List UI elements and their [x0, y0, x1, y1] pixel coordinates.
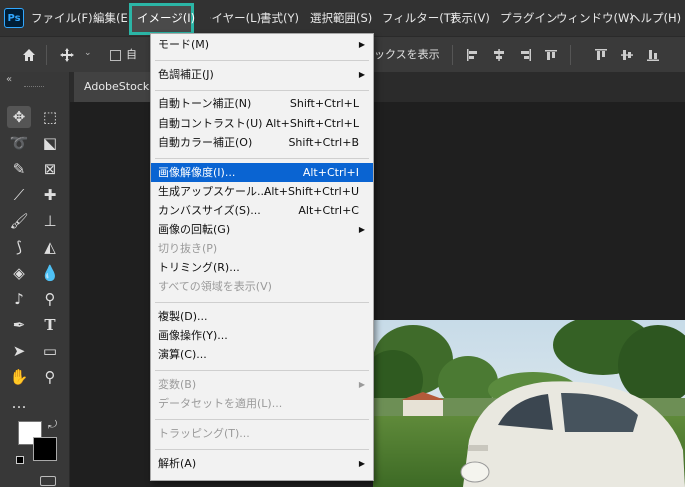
align-top-icon[interactable]	[594, 48, 608, 62]
frame-tool-icon[interactable]: ⊠	[38, 158, 62, 180]
align-center-icon[interactable]	[492, 48, 506, 62]
blur-tool-icon[interactable]: 💧	[38, 262, 62, 284]
crop-tool-icon[interactable]: ✎	[7, 158, 31, 180]
submenu-arrow-icon: ▶	[358, 40, 365, 49]
grip-handle[interactable]	[24, 86, 44, 88]
type-tool-icon[interactable]: T	[38, 314, 62, 336]
auto-select-checkbox[interactable]	[110, 50, 121, 61]
move-tool-icon[interactable]	[60, 48, 74, 62]
move-tool-icon[interactable]: ✥	[7, 106, 31, 128]
menu-layer[interactable]: レイヤー(L)	[210, 0, 261, 36]
zoom-tool-icon[interactable]: ⚲	[38, 366, 62, 388]
menu-view[interactable]: 表示(V)	[450, 0, 490, 36]
menu-item-trap: トラッピング(T)...	[158, 427, 250, 440]
marquee-tool-icon[interactable]: ⬚	[38, 106, 62, 128]
image-menu-dropdown: モード(M) ▶ 色調補正(J) ▶ 自動トーン補正(N) Shift+Ctrl+L …	[150, 33, 374, 481]
menu-filter[interactable]: フィルター(T)	[382, 0, 455, 36]
clone-stamp-tool-icon[interactable]: ⊥	[38, 210, 62, 232]
more-tools-icon[interactable]: …	[7, 392, 31, 414]
separator	[155, 449, 369, 450]
home-icon[interactable]	[22, 48, 36, 62]
separator	[155, 302, 369, 303]
brush-tool-icon[interactable]: 🖌	[7, 210, 31, 232]
menu-plugins[interactable]: プラグイン	[500, 0, 558, 36]
show-transform-label: ックスを表示	[374, 48, 440, 61]
swap-colors-icon[interactable]: ⤾	[48, 418, 57, 432]
chevron-down-icon[interactable]: ⌄	[84, 48, 92, 58]
separator	[155, 370, 369, 371]
dodge-tool-icon[interactable]: ♪	[7, 288, 31, 310]
object-select-tool-icon[interactable]: ⬕	[38, 132, 62, 154]
menu-item-analysis[interactable]: 解析(A) ▶	[151, 454, 373, 473]
menu-item-auto-color[interactable]: 自動カラー補正(O) Shift+Ctrl+B	[151, 133, 373, 152]
submenu-arrow-icon: ▶	[358, 70, 365, 79]
healing-brush-tool-icon[interactable]: ✚	[38, 184, 62, 206]
submenu-arrow-icon: ▶	[358, 380, 365, 389]
menu-item-trim[interactable]: トリミング(R)...	[151, 258, 373, 277]
submenu-arrow-icon: ▶	[358, 459, 365, 468]
path-select-tool-icon[interactable]: ➤	[7, 340, 31, 362]
menu-select[interactable]: 選択範囲(S)	[310, 0, 372, 36]
menu-item-canvas-size[interactable]: カンバスサイズ(S)... Alt+Ctrl+C	[151, 201, 373, 220]
eyedropper-tool-icon[interactable]: ⟋	[7, 184, 31, 206]
menu-help[interactable]: ヘルプ(H)	[629, 0, 681, 36]
menu-item-duplicate[interactable]: 複製(D)...	[151, 307, 373, 326]
menu-item-reveal-all: すべての領域を表示(V)	[158, 280, 272, 293]
menu-image[interactable]: イメージ(I)	[137, 0, 195, 36]
dodge-burn-tool-icon[interactable]: ⚲	[38, 288, 62, 310]
align-left-icon[interactable]	[466, 48, 480, 62]
lasso-tool-icon[interactable]: ➰	[7, 132, 31, 154]
pen-tool-icon[interactable]: ✒	[7, 314, 31, 336]
separator	[155, 90, 369, 91]
divider	[46, 45, 47, 65]
hand-tool-icon[interactable]: ✋	[7, 366, 31, 388]
separator	[155, 419, 369, 420]
menu-window[interactable]: ウィンドウ(W)	[556, 0, 634, 36]
history-brush-tool-icon[interactable]: ⟆	[7, 236, 31, 258]
separator	[155, 60, 369, 61]
menu-edit[interactable]: 編集(E	[93, 0, 128, 36]
menu-item-image-size[interactable]: 画像解像度(I)... Alt+Ctrl+I	[151, 163, 373, 182]
align-right-icon[interactable]	[518, 48, 532, 62]
menu-file[interactable]: ファイル(F)	[31, 0, 93, 36]
menu-item-variables: 変数(B) ▶	[151, 375, 373, 394]
align-bottom-icon[interactable]	[646, 48, 660, 62]
submenu-arrow-icon: ▶	[358, 225, 365, 234]
divider	[452, 45, 453, 65]
quick-mask-icon[interactable]	[40, 476, 56, 486]
menu-bar: Ps ファイル(F) 編集(E イメージ(I) レイヤー(L) 書式(Y) 選択…	[0, 0, 685, 36]
eraser-tool-icon[interactable]: ◭	[38, 236, 62, 258]
divider	[570, 45, 571, 65]
background-color-swatch[interactable]	[33, 437, 57, 461]
distribute-icon[interactable]	[544, 48, 558, 62]
auto-select-label: 自	[126, 48, 137, 61]
menu-item-apply-image[interactable]: 画像操作(Y)...	[151, 326, 373, 345]
menu-item-apply-data-set: データセットを適用(L)...	[158, 397, 283, 410]
menu-type[interactable]: 書式(Y)	[260, 0, 299, 36]
menu-item-mode[interactable]: モード(M) ▶	[151, 35, 373, 54]
photoshop-logo: Ps	[4, 8, 24, 28]
menu-item-adjustments[interactable]: 色調補正(J) ▶	[151, 65, 373, 84]
menu-item-auto-tone[interactable]: 自動トーン補正(N) Shift+Ctrl+L	[151, 94, 373, 113]
menu-item-calculations[interactable]: 演算(C)...	[151, 345, 373, 364]
tools-panel: « ✥ ⬚ ➰ ⬕ ✎ ⊠ ⟋ ✚ 🖌 ⊥ ⟆ ◭ ◈ 💧 ♪ ⚲ ✒ T ➤ …	[0, 72, 70, 487]
align-middle-icon[interactable]	[620, 48, 634, 62]
document-tab[interactable]: AdobeStock	[74, 72, 154, 102]
menu-item-auto-contrast[interactable]: 自動コントラスト(U) Alt+Shift+Ctrl+L	[151, 114, 373, 133]
paint-bucket-tool-icon[interactable]: ◈	[7, 262, 31, 284]
menu-item-image-rotation[interactable]: 画像の回転(G) ▶	[151, 220, 373, 239]
default-colors-icon[interactable]	[16, 456, 24, 464]
separator	[155, 158, 369, 159]
collapse-icon[interactable]: «	[6, 74, 12, 85]
photo-image	[373, 320, 685, 487]
menu-item-crop: 切り抜き(P)	[158, 242, 218, 255]
menu-item-generative-upscale[interactable]: 生成アップスケール... Alt+Shift+Ctrl+U	[151, 182, 373, 201]
rectangle-tool-icon[interactable]: ▭	[38, 340, 62, 362]
